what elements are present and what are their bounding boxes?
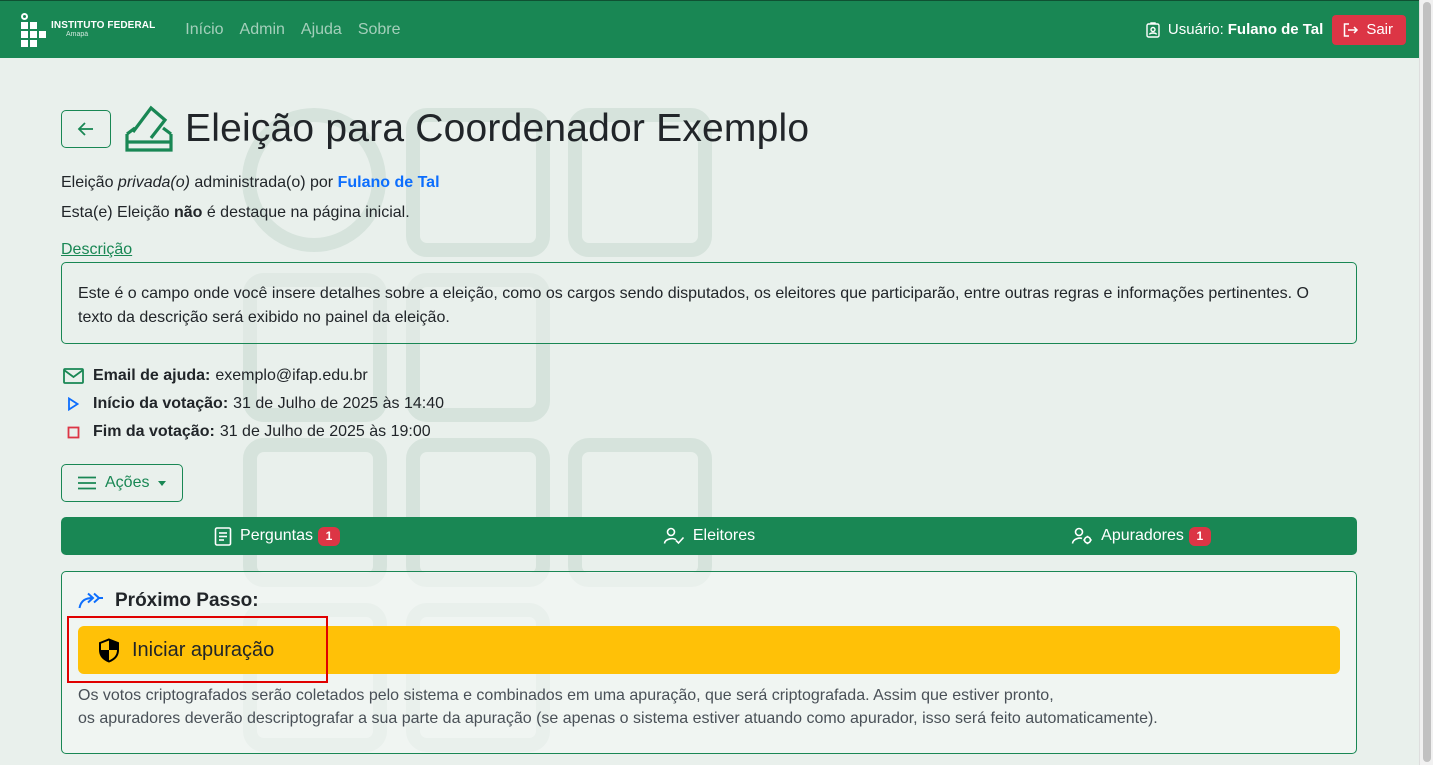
election-meta: Eleição privada(o) administrada(o) por F… <box>61 174 1357 192</box>
logo-title: INSTITUTO FEDERAL <box>51 20 156 31</box>
top-navbar: INSTITUTO FEDERAL Amapá Início Admin Aju… <box>0 0 1419 58</box>
page-title: Eleição para Coordenador Exemplo <box>185 107 810 150</box>
meta-middle: administrada(o) por <box>189 174 338 191</box>
description-link[interactable]: Descrição <box>61 241 132 259</box>
next-step-desc-line1: Os votos criptografados serão coletados … <box>78 687 1054 704</box>
logo-subtitle: Amapá <box>66 31 89 38</box>
tab-perguntas[interactable]: Perguntas 1 <box>61 517 493 555</box>
vote-end-label: Fim da votação: <box>93 423 215 440</box>
featured-suffix: é destaque na página inicial. <box>202 204 410 221</box>
nav-admin[interactable]: Admin <box>240 21 285 39</box>
help-email-value: exemplo@ifap.edu.br <box>215 367 368 384</box>
title-row: Eleição para Coordenador Exemplo <box>61 104 1357 154</box>
shield-icon <box>99 637 119 663</box>
tab-apuradores-label: Apuradores <box>1101 527 1184 544</box>
logout-label: Sair <box>1366 21 1393 38</box>
logout-icon <box>1344 22 1359 37</box>
user-label: Usuário: <box>1167 21 1224 38</box>
user-area: Usuário: Fulano de Tal Sair <box>1145 14 1406 45</box>
featured-info: Esta(e) Eleição não é destaque na página… <box>61 204 1357 222</box>
next-step-description: Os votos criptografados serão coletados … <box>78 684 1340 730</box>
election-info-list: Email de ajuda: exemplo@ifap.edu.br Iníc… <box>61 362 1357 446</box>
person-gear-icon <box>1071 527 1092 545</box>
perguntas-count-badge: 1 <box>317 526 340 546</box>
vote-start-label: Início da votação: <box>93 395 229 412</box>
ballot-box-icon <box>125 105 173 152</box>
document-list-icon <box>214 526 232 546</box>
person-check-icon <box>663 527 684 545</box>
featured-prefix: Esta(e) Eleição <box>61 204 174 221</box>
help-email-label: Email de ajuda: <box>93 367 211 384</box>
nav-inicio[interactable]: Início <box>185 21 223 39</box>
meta-prefix: Eleição <box>61 174 118 191</box>
main-content: Eleição para Coordenador Exemplo Eleição… <box>61 58 1357 754</box>
user-name: Fulano de Tal <box>1227 21 1324 38</box>
back-button[interactable] <box>61 110 111 148</box>
vote-end-value: 31 de Julho de 2025 às 19:00 <box>219 423 431 440</box>
stop-icon <box>67 426 79 438</box>
tab-apuradores[interactable]: Apuradores 1 <box>925 517 1357 555</box>
tab-eleitores-label: Eleitores <box>692 527 756 544</box>
page-scrollbar[interactable] <box>1419 0 1433 765</box>
next-step-heading-row: Próximo Passo: <box>78 590 1340 612</box>
logo-mark-icon <box>21 12 46 47</box>
election-type: privada(o) <box>117 174 190 191</box>
caret-down-icon <box>158 480 167 486</box>
next-step-desc-line2: os apuradores deverão descriptografar a … <box>78 710 1158 727</box>
next-step-card: Próximo Passo: Iniciar apuração Os votos… <box>61 571 1357 754</box>
menu-icon <box>78 476 96 490</box>
scrollbar-thumb[interactable] <box>1423 2 1431 762</box>
vote-start-row: Início da votação: 31 de Julho de 2025 à… <box>61 390 1357 418</box>
envelope-icon <box>62 368 84 384</box>
vote-start-value: 31 de Julho de 2025 às 14:40 <box>233 395 444 412</box>
nav-sobre[interactable]: Sobre <box>358 21 401 39</box>
double-arrow-right-icon <box>78 592 103 609</box>
admin-link[interactable]: Fulano de Tal <box>338 174 440 191</box>
help-email-row: Email de ajuda: exemplo@ifap.edu.br <box>61 362 1357 390</box>
main-nav: Início Admin Ajuda Sobre <box>185 21 416 39</box>
institution-logo[interactable]: INSTITUTO FEDERAL Amapá <box>21 12 156 47</box>
tab-eleitores[interactable]: Eleitores <box>493 517 925 555</box>
user-badge-icon <box>1146 21 1160 38</box>
logout-button[interactable]: Sair <box>1332 14 1406 45</box>
next-step-heading: Próximo Passo: <box>115 590 259 611</box>
start-tally-label: Iniciar apuração <box>132 638 275 661</box>
featured-flag: não <box>173 204 203 221</box>
play-icon <box>68 397 79 411</box>
description-box: Este é o campo onde você insere detalhes… <box>61 262 1357 344</box>
actions-label: Ações <box>105 474 150 491</box>
nav-ajuda[interactable]: Ajuda <box>301 21 342 39</box>
actions-dropdown-button[interactable]: Ações <box>61 464 183 502</box>
arrow-left-icon <box>77 122 93 136</box>
apuradores-count-badge: 1 <box>1188 526 1211 546</box>
start-tally-button[interactable]: Iniciar apuração <box>67 616 1340 683</box>
tab-perguntas-label: Perguntas <box>240 527 313 544</box>
election-tabs: Perguntas 1 Eleitores Apuradores 1 <box>61 517 1357 555</box>
vote-end-row: Fim da votação: 31 de Julho de 2025 às 1… <box>61 418 1357 446</box>
